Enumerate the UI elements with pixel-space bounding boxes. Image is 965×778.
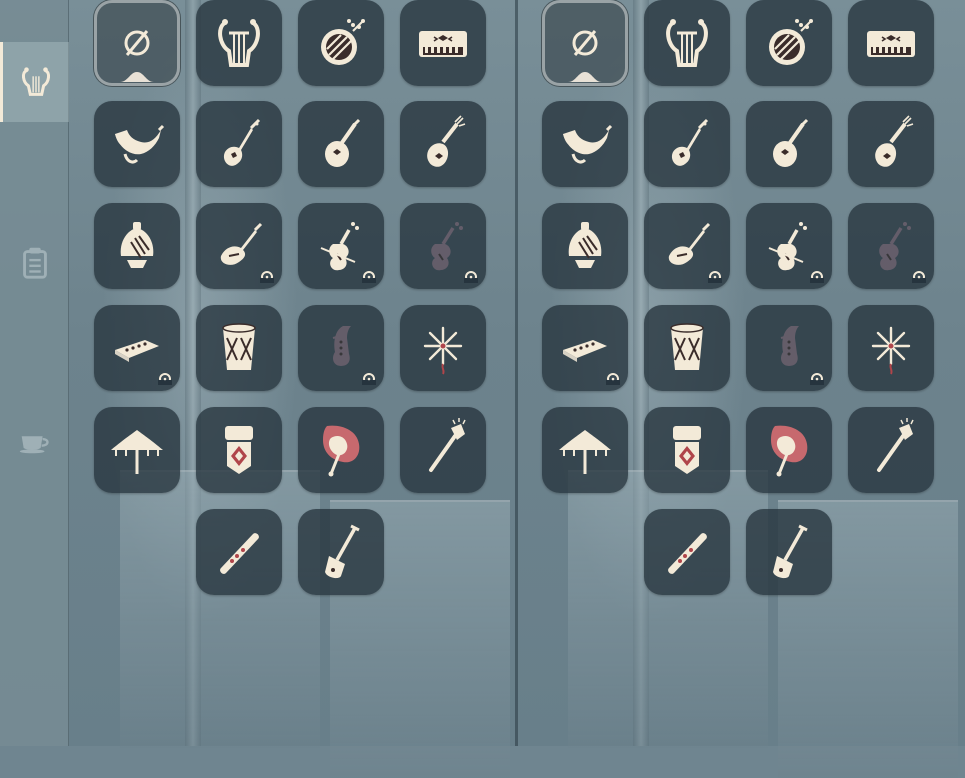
brush-icon <box>877 418 914 472</box>
instrument-slot-harmonica[interactable] <box>94 305 180 391</box>
lyre-icon <box>21 67 51 96</box>
tall-drum-icon <box>670 323 704 370</box>
ring-badge-icon <box>606 373 620 385</box>
instrument-slot-lantern[interactable] <box>644 407 730 493</box>
instrument-slot-mandolin[interactable] <box>746 101 832 187</box>
instrument-slot-electric-guitar[interactable] <box>644 203 730 289</box>
instrument-slot-electric-guitar[interactable] <box>196 203 282 289</box>
mandolin-icon <box>325 118 361 167</box>
ring-badge-icon <box>464 271 478 283</box>
instrument-slot-umbrella[interactable] <box>94 407 180 493</box>
instrument-slot-brush[interactable] <box>400 407 486 493</box>
flute-icon <box>220 533 259 574</box>
lyre-icon <box>666 19 708 67</box>
instrument-slot-shovel[interactable] <box>298 509 384 595</box>
drum-icon <box>769 19 813 65</box>
hand-fan-icon <box>323 425 360 477</box>
ring-badge-icon <box>158 373 172 385</box>
instrument-slot-firework[interactable] <box>848 305 934 391</box>
flute-icon <box>668 533 707 574</box>
piano-icon <box>419 31 467 57</box>
piano-icon <box>867 31 915 57</box>
ring-badge-icon <box>362 271 376 283</box>
instrument-slot-saxophone[interactable] <box>298 305 384 391</box>
instrument-slot-brush[interactable] <box>848 407 934 493</box>
bell-icon <box>120 222 154 268</box>
instrument-slot-pipa[interactable] <box>848 101 934 187</box>
selected-indicator-icon <box>568 72 602 82</box>
ring-badge-icon <box>912 271 926 283</box>
instrument-slot-violin[interactable] <box>298 203 384 289</box>
ring-badge-icon <box>362 373 376 385</box>
instrument-slot-flute[interactable] <box>644 509 730 595</box>
instrument-slot-piano[interactable] <box>400 0 486 86</box>
instrument-slot-flute[interactable] <box>196 509 282 595</box>
panel-divider <box>515 0 518 746</box>
instrument-slot-saxophone[interactable] <box>746 305 832 391</box>
firework-icon <box>423 326 463 375</box>
bell-icon <box>568 222 602 268</box>
instrument-slot-hand-fan[interactable] <box>298 407 384 493</box>
instrument-slot-cello[interactable] <box>400 203 486 289</box>
instrument-slot-guitar[interactable] <box>644 101 730 187</box>
lyre-icon <box>218 19 260 67</box>
guitar-icon <box>223 118 261 166</box>
ring-badge-icon <box>810 271 824 283</box>
instrument-slot-harmonica[interactable] <box>542 305 628 391</box>
none-icon <box>572 30 598 56</box>
instrument-slot-lyre[interactable] <box>196 0 282 86</box>
lantern-icon <box>225 426 253 474</box>
tab-consumables[interactable] <box>0 400 69 480</box>
instrument-slot-lantern[interactable] <box>196 407 282 493</box>
horn-icon <box>563 124 613 164</box>
instrument-slot-guitar[interactable] <box>196 101 282 187</box>
instrument-slot-pipa[interactable] <box>400 101 486 187</box>
none-icon <box>124 30 150 56</box>
instrument-slot-lyre[interactable] <box>644 0 730 86</box>
guitar-icon <box>671 118 709 166</box>
ring-badge-icon <box>260 271 274 283</box>
instrument-slot-horn[interactable] <box>94 101 180 187</box>
horn-icon <box>115 124 165 164</box>
tall-drum-icon <box>222 323 256 370</box>
tab-instruments[interactable] <box>0 42 69 122</box>
selected-indicator-icon <box>120 72 154 82</box>
instrument-slot-bell[interactable] <box>542 203 628 289</box>
instrument-slot-cello[interactable] <box>848 203 934 289</box>
pipa-icon <box>427 115 466 167</box>
drum-icon <box>321 19 365 65</box>
instrument-slot-tall-drum[interactable] <box>644 305 730 391</box>
instrument-slot-bell[interactable] <box>94 203 180 289</box>
hand-fan-icon <box>771 425 808 477</box>
instrument-slot-horn[interactable] <box>542 101 628 187</box>
teacup-icon <box>19 436 49 454</box>
shovel-icon <box>773 524 808 579</box>
instrument-slot-violin[interactable] <box>746 203 832 289</box>
firework-icon <box>871 326 911 375</box>
mandolin-icon <box>773 118 809 167</box>
instrument-slot-hand-fan[interactable] <box>746 407 832 493</box>
ring-badge-icon <box>810 373 824 385</box>
instrument-slot-piano[interactable] <box>848 0 934 86</box>
tab-tasks[interactable] <box>0 222 69 302</box>
instrument-slot-firework[interactable] <box>400 305 486 391</box>
category-sidebar <box>0 0 69 746</box>
instrument-slot-mandolin[interactable] <box>298 101 384 187</box>
ring-badge-icon <box>708 271 722 283</box>
instrument-slot-tall-drum[interactable] <box>196 305 282 391</box>
clipboard-icon <box>22 247 47 279</box>
pipa-icon <box>875 115 914 167</box>
instrument-slot-shovel[interactable] <box>746 509 832 595</box>
instrument-slot-none[interactable] <box>94 0 180 86</box>
lantern-icon <box>673 426 701 474</box>
instrument-slot-none[interactable] <box>542 0 628 86</box>
umbrella-icon <box>559 430 611 474</box>
umbrella-icon <box>111 430 163 474</box>
brush-icon <box>429 418 466 472</box>
instrument-slot-drum[interactable] <box>298 0 384 86</box>
instrument-slot-umbrella[interactable] <box>542 407 628 493</box>
shovel-icon <box>325 524 360 579</box>
instrument-slot-drum[interactable] <box>746 0 832 86</box>
